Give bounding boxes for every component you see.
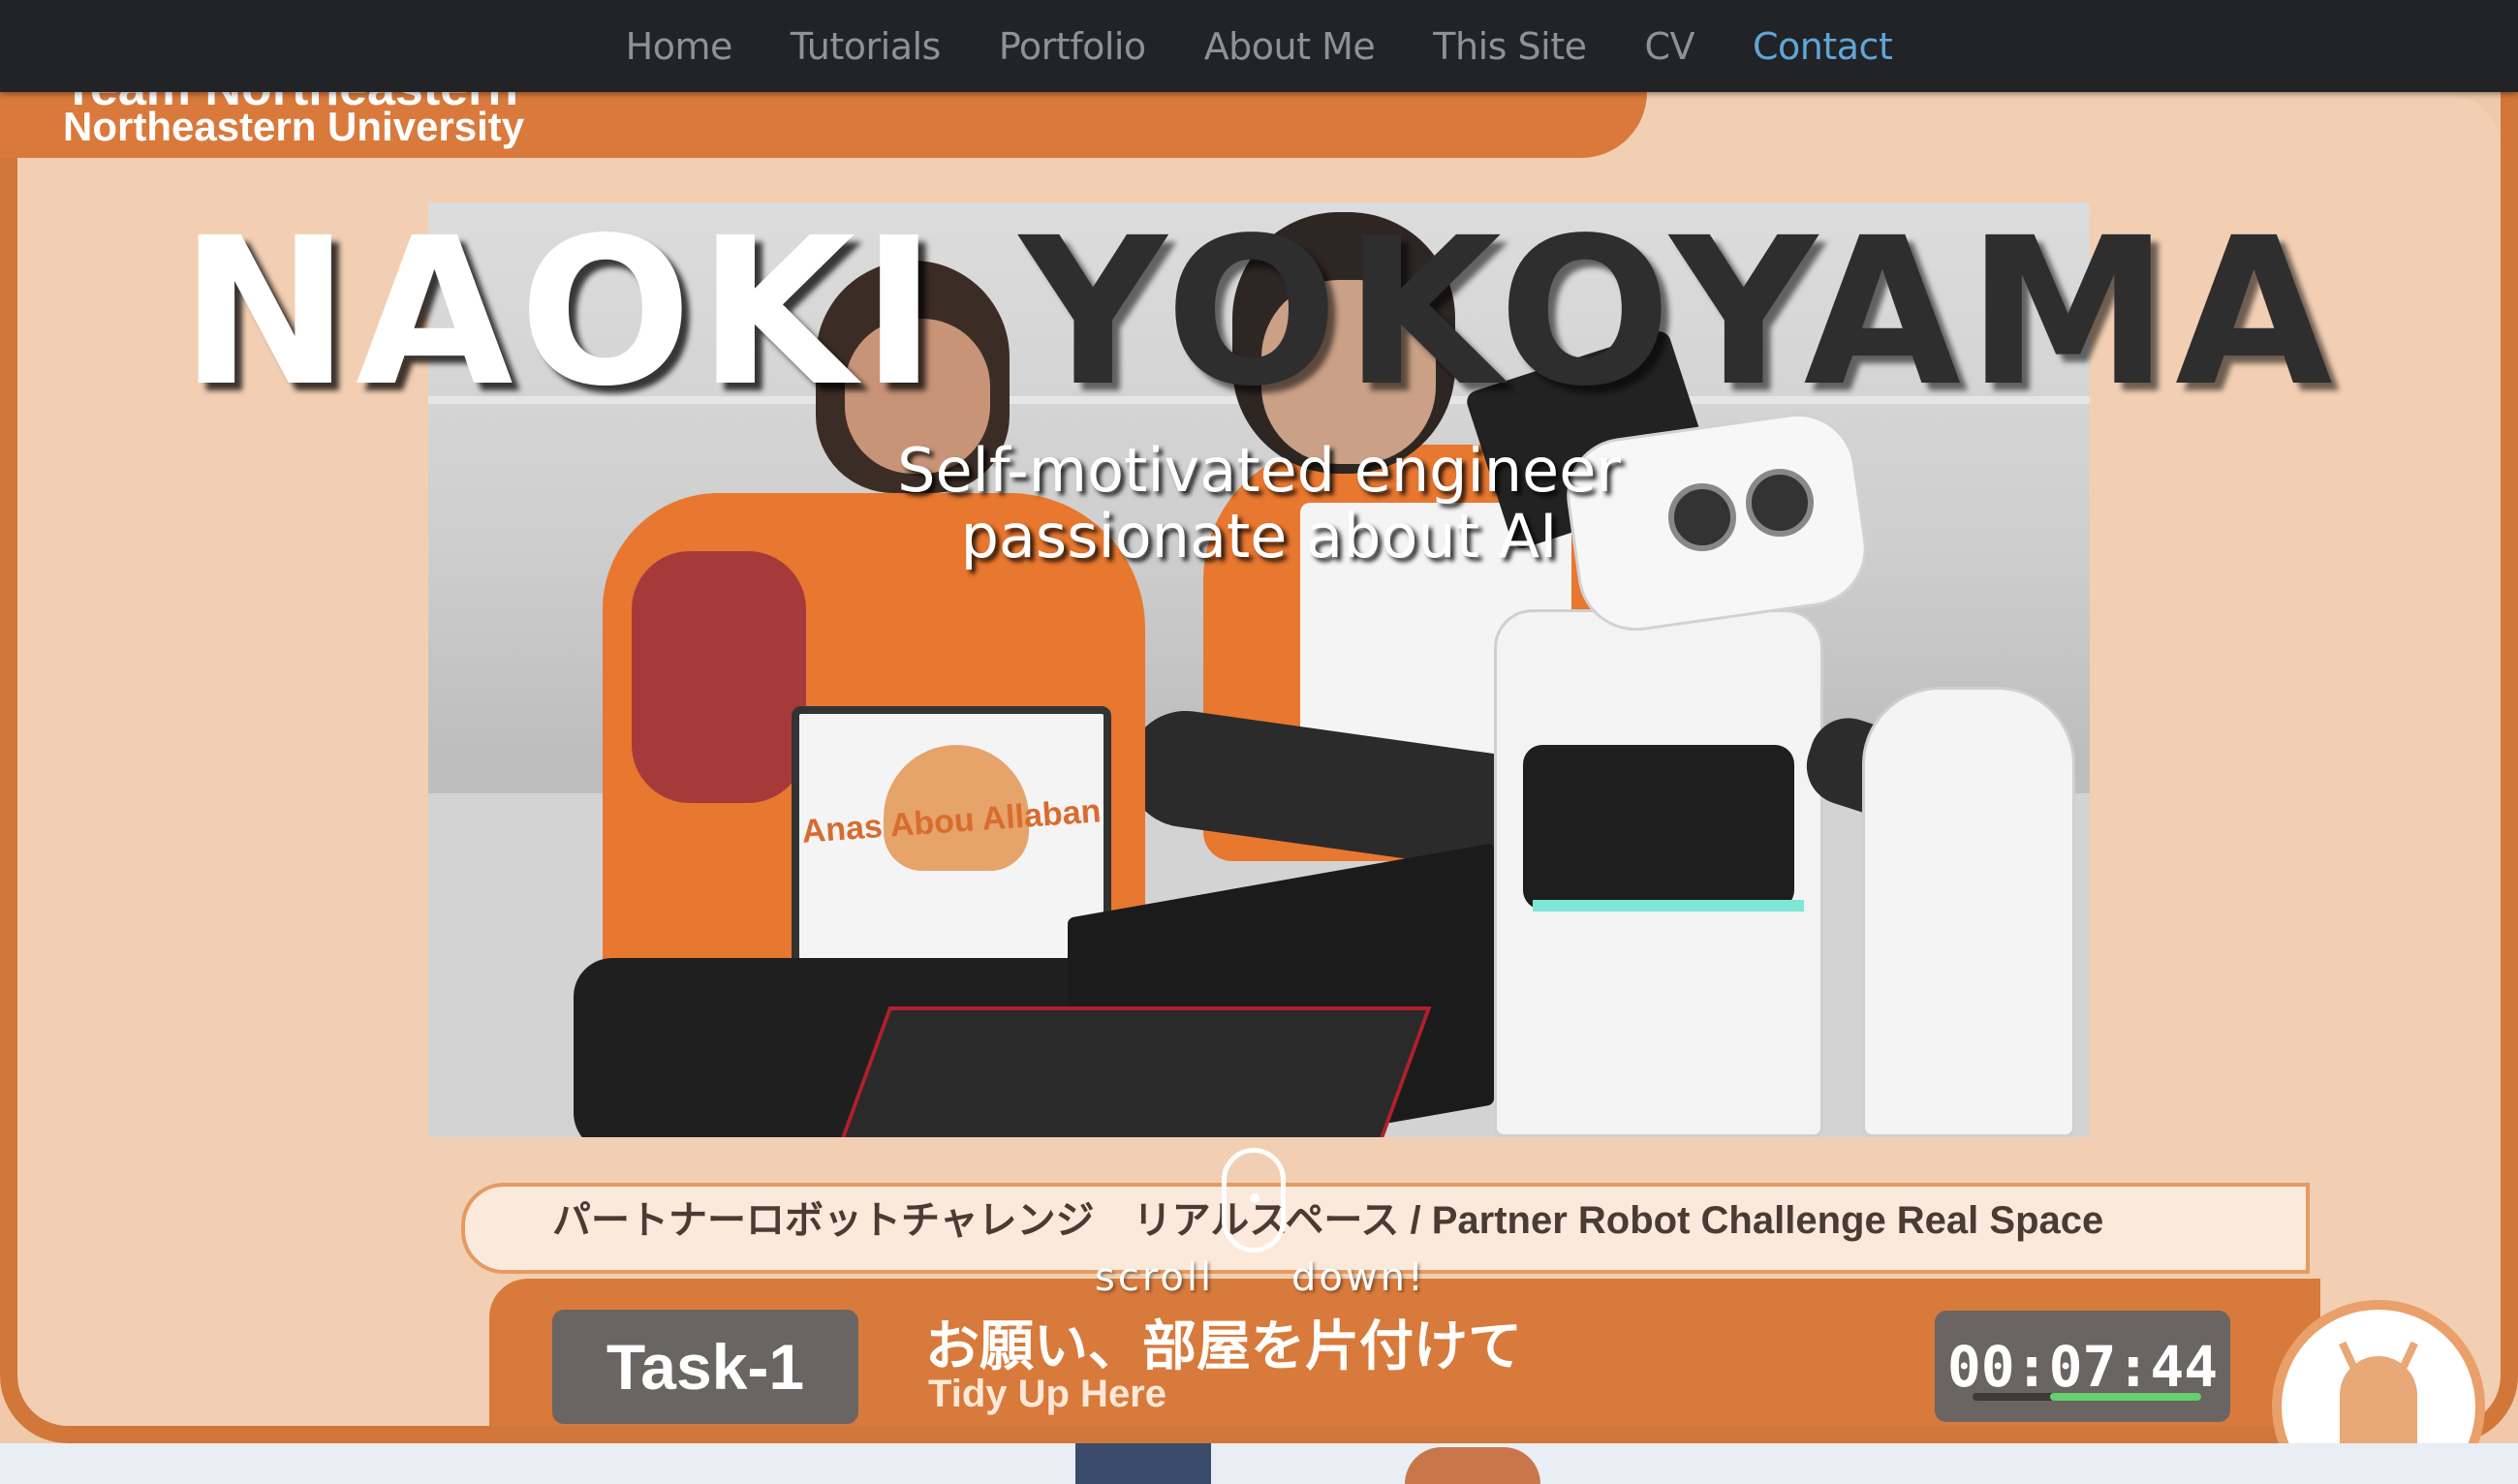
- robot-2-body: [1862, 687, 2075, 1137]
- timer-display: 00:07:44: [1935, 1311, 2230, 1422]
- page-title: NAOKI YOKOYAMA: [0, 211, 2518, 415]
- mouse-scroll-icon[interactable]: [1222, 1148, 1286, 1252]
- robot-led: [1533, 900, 1804, 912]
- nav-portfolio[interactable]: Portfolio: [999, 25, 1146, 68]
- nav-this-site[interactable]: This Site: [1433, 25, 1587, 68]
- nav-contact[interactable]: Contact: [1753, 25, 1893, 68]
- next-section-image-1: [1075, 1443, 1211, 1484]
- subtitle-line-1: Self-motivated engineer: [897, 435, 1621, 506]
- person-1-shirt: [632, 551, 806, 803]
- mouse-wheel-dot: [1250, 1193, 1259, 1203]
- university-label: Northeastern University: [63, 104, 525, 149]
- title-first-name: NAOKI: [179, 194, 944, 431]
- task-label: Task-1: [552, 1310, 858, 1424]
- team-banner: Team Northeastern Northeastern Universit…: [0, 92, 1647, 158]
- subtitle-line-2: passionate about AI: [960, 501, 1558, 572]
- next-section-image-2: [1405, 1447, 1540, 1484]
- challenge-title: パートナーロボットチャレンジ リアルスペース / Partner Robot C…: [552, 1199, 2104, 1242]
- nav-home[interactable]: Home: [626, 25, 733, 68]
- timer-progress-fill: [2050, 1393, 2201, 1401]
- next-section: [0, 1443, 2518, 1484]
- scroll-label[interactable]: scroll: [1095, 1255, 1214, 1300]
- down-label[interactable]: down!: [1291, 1255, 1426, 1300]
- nav-about-me[interactable]: About Me: [1204, 25, 1376, 68]
- nav-tutorials[interactable]: Tutorials: [791, 25, 942, 68]
- task-japanese-text: お願い、部屋を片付けて: [925, 1315, 1522, 1378]
- nav-cv[interactable]: CV: [1644, 25, 1694, 68]
- hero-subtitle: Self-motivated engineer passionate about…: [0, 438, 2518, 570]
- laptop-base: [839, 1006, 1432, 1137]
- robot-slot: [1523, 745, 1794, 910]
- robot-mascot-icon: [2340, 1356, 2417, 1443]
- top-navbar: Home Tutorials Portfolio About Me This S…: [0, 0, 2518, 92]
- task-english-text: Tidy Up Here: [928, 1373, 1166, 1415]
- title-last-name: YOKOYAMA: [1019, 194, 2339, 431]
